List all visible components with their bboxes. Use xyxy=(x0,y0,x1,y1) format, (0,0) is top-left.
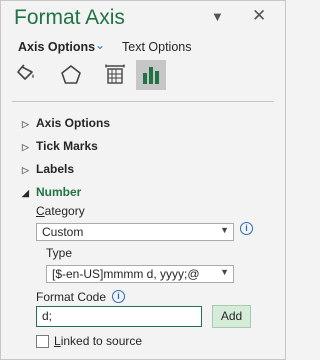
chevron-down-icon[interactable]: ⌄ xyxy=(95,38,105,52)
linked-to-source-label[interactable]: Linked to source xyxy=(54,334,142,348)
linked-to-source-checkbox[interactable] xyxy=(36,335,49,348)
info-icon[interactable]: i xyxy=(112,290,125,303)
chevron-right-icon: ▷ xyxy=(22,119,29,129)
fill-line-icon[interactable] xyxy=(12,60,42,90)
section-number[interactable]: ◢ Number xyxy=(22,185,81,199)
format-code-label: Format Code xyxy=(36,290,107,304)
chevron-right-icon: ▷ xyxy=(22,142,29,152)
type-label: Type xyxy=(46,246,73,260)
divider xyxy=(12,101,274,102)
section-axis-options[interactable]: ▷ Axis Options xyxy=(22,116,110,130)
category-select[interactable]: Custom ▼ xyxy=(36,223,234,241)
info-icon[interactable]: i xyxy=(240,222,253,235)
tab-axis-options[interactable]: Axis Options xyxy=(18,40,95,54)
axis-options-bar-chart-icon[interactable] xyxy=(136,60,166,90)
expanded-triangle-icon: ◢ xyxy=(22,188,29,198)
size-properties-icon[interactable] xyxy=(100,60,130,90)
pane-title: Format Axis xyxy=(14,6,125,29)
add-button[interactable]: Add xyxy=(212,305,251,328)
effects-pentagon-icon[interactable] xyxy=(56,60,86,90)
section-tick-marks[interactable]: ▷ Tick Marks xyxy=(22,139,98,153)
tab-text-options[interactable]: Text Options xyxy=(122,40,191,54)
chevron-down-icon: ▼ xyxy=(220,267,229,277)
category-label: Category xyxy=(36,204,85,218)
close-icon[interactable]: ✕ xyxy=(252,6,266,26)
format-code-input[interactable]: d; xyxy=(36,306,202,327)
chevron-down-icon: ▼ xyxy=(220,225,229,235)
type-select[interactable]: [$-en-US]mmmm d, yyyy;@ ▼ xyxy=(46,265,234,283)
chevron-right-icon: ▷ xyxy=(22,165,29,175)
chevron-down-icon[interactable]: ▼ xyxy=(211,9,224,24)
section-labels[interactable]: ▷ Labels xyxy=(22,162,74,176)
